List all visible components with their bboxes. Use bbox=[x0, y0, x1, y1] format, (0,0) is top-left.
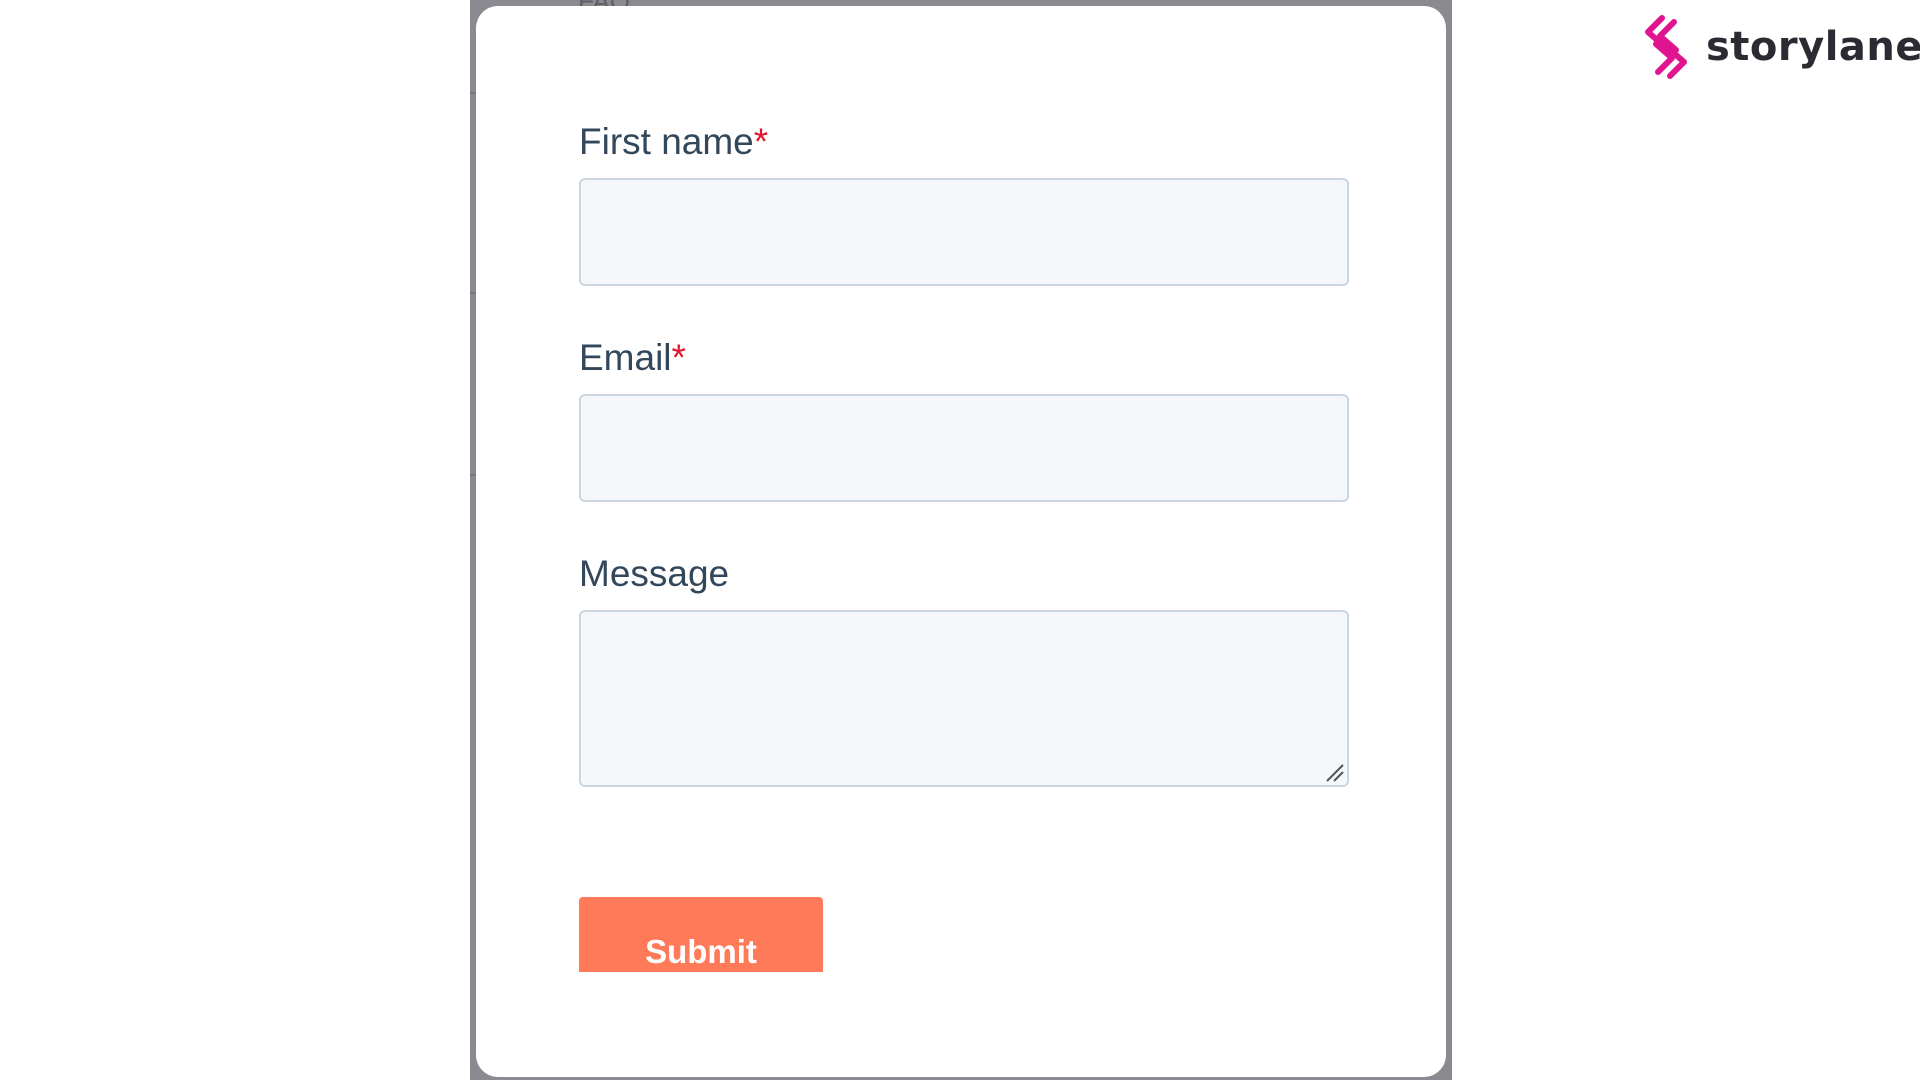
first-name-label-text: First name bbox=[579, 121, 754, 162]
email-label: Email* bbox=[579, 336, 1349, 380]
message-label-text: Message bbox=[579, 553, 730, 594]
first-name-field[interactable] bbox=[579, 178, 1349, 286]
required-marker: * bbox=[671, 337, 686, 378]
email-field[interactable] bbox=[579, 394, 1349, 502]
message-label: Message bbox=[579, 552, 1349, 596]
contact-form: First name* Email* Message bbox=[579, 120, 1349, 787]
email-label-text: Email bbox=[579, 337, 672, 378]
message-field-wrapper bbox=[579, 610, 1349, 787]
submit-button-container: Submit bbox=[579, 897, 823, 972]
brand-watermark: storylane bbox=[1640, 12, 1920, 82]
required-marker: * bbox=[753, 121, 769, 162]
storylane-logo-icon bbox=[1645, 15, 1687, 79]
first-name-label: First name* bbox=[579, 120, 1349, 164]
contact-form-modal: First name* Email* Message Submit bbox=[476, 6, 1446, 1077]
message-field[interactable] bbox=[579, 610, 1349, 787]
brand-name: storylane bbox=[1706, 24, 1920, 70]
page: FAQ First name* Email* Message bbox=[0, 0, 1920, 1080]
submit-button[interactable]: Submit bbox=[579, 897, 823, 972]
resize-handle-icon[interactable] bbox=[1323, 761, 1345, 783]
